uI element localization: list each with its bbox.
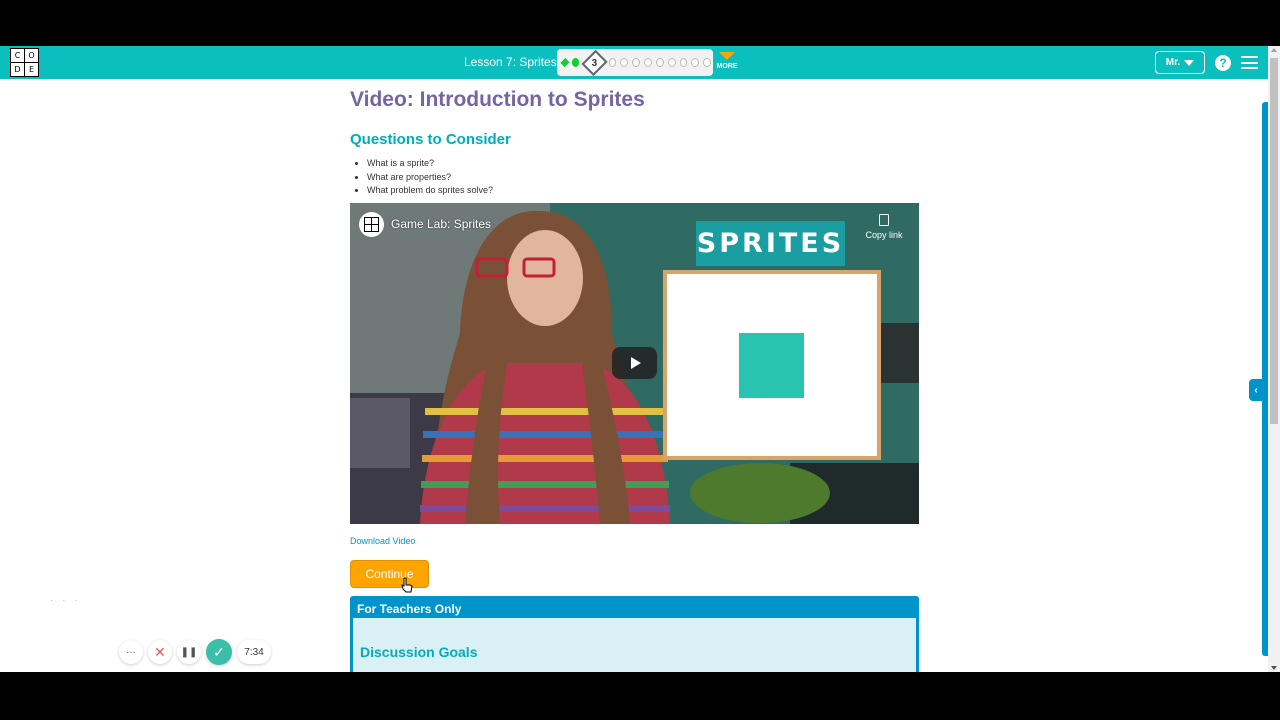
- copy-link-label: Copy link: [865, 230, 903, 240]
- progress-step-done[interactable]: [560, 57, 570, 68]
- logo-letter: D: [11, 63, 24, 76]
- chevron-down-icon: [719, 52, 735, 60]
- close-icon[interactable]: ✕: [148, 640, 172, 664]
- logo-letter: O: [25, 49, 38, 62]
- hamburger-menu-icon[interactable]: [1241, 56, 1258, 69]
- scroll-down-arrow-icon[interactable]: [1271, 666, 1277, 670]
- questions-list: What is a sprite? What are properties? W…: [367, 157, 493, 198]
- help-icon[interactable]: ?: [1215, 55, 1231, 71]
- check-icon[interactable]: ✓: [206, 639, 232, 665]
- copy-icon: [879, 214, 889, 226]
- scrollbar-thumb[interactable]: [1270, 58, 1278, 424]
- progress-step[interactable]: [632, 58, 641, 67]
- logo-letter: C: [11, 49, 24, 62]
- elapsed-time: 7:34: [237, 640, 271, 664]
- progress-step-current[interactable]: 3: [581, 49, 609, 76]
- sprites-sign: SPRITES: [696, 221, 845, 266]
- teacher-panel-header: For Teachers Only: [357, 602, 462, 616]
- chevron-left-icon: ‹: [1254, 384, 1258, 396]
- user-menu-button[interactable]: Mr.: [1155, 51, 1205, 74]
- more-button[interactable]: MORE: [716, 52, 738, 76]
- progress-step[interactable]: [691, 58, 700, 67]
- download-video-link[interactable]: Download Video: [350, 536, 415, 546]
- more-label: MORE: [716, 63, 738, 70]
- progress-step[interactable]: [644, 58, 652, 67]
- pause-icon[interactable]: ❚❚: [177, 640, 201, 664]
- teacher-only-panel: For Teachers Only Discussion Goals: [350, 596, 919, 672]
- questions-heading: Questions to Consider: [350, 131, 511, 148]
- list-item: What is a sprite?: [367, 157, 493, 171]
- page-title: Video: Introduction to Sprites: [350, 88, 645, 111]
- recording-controls: ··· ✕ ❚❚ ✓ 7:34: [119, 638, 271, 666]
- progress-step[interactable]: [620, 58, 629, 67]
- lesson-progress-bar: 3: [557, 49, 713, 76]
- play-icon: [630, 357, 641, 369]
- lesson-title-link[interactable]: Lesson 7: Sprites: [464, 55, 557, 69]
- list-item: What problem do sprites solve?: [367, 184, 493, 198]
- progress-step[interactable]: [655, 58, 664, 67]
- copy-link-button[interactable]: Copy link: [862, 211, 906, 240]
- top-nav-bar: C O D E Lesson 7: Sprites 3 MORE Mr. ?: [0, 46, 1268, 79]
- current-step-number: 3: [592, 57, 598, 68]
- side-panel-toggle[interactable]: ‹: [1249, 379, 1263, 401]
- list-item: What are properties?: [367, 171, 493, 185]
- vertical-scrollbar[interactable]: [1268, 46, 1280, 672]
- video-title[interactable]: Game Lab: Sprites: [391, 217, 491, 231]
- progress-step-done[interactable]: [571, 58, 580, 67]
- progress-step[interactable]: [608, 58, 617, 67]
- discussion-goals-heading: Discussion Goals: [360, 644, 478, 660]
- play-button[interactable]: [612, 347, 657, 379]
- progress-step[interactable]: [703, 58, 712, 67]
- progress-step[interactable]: [667, 58, 676, 67]
- teacher-panel-body: Discussion Goals: [353, 618, 916, 672]
- progress-step[interactable]: [679, 58, 688, 67]
- more-options-button[interactable]: ···: [119, 640, 143, 664]
- video-player[interactable]: SPRITES Game Lab: Sprites Copy link: [350, 203, 919, 524]
- logo-letter: E: [25, 63, 38, 76]
- continue-button[interactable]: Continue: [350, 560, 429, 588]
- browser-viewport: C O D E Lesson 7: Sprites 3 MORE Mr. ? V…: [0, 46, 1280, 672]
- faint-dots: · · ·: [50, 595, 81, 606]
- channel-avatar[interactable]: [359, 212, 384, 237]
- user-name: Mr.: [1165, 57, 1181, 68]
- code-org-logo[interactable]: C O D E: [10, 48, 39, 77]
- caret-down-icon: [1184, 59, 1195, 66]
- scroll-up-arrow-icon[interactable]: [1271, 48, 1277, 52]
- hand-cursor-icon: [401, 577, 413, 593]
